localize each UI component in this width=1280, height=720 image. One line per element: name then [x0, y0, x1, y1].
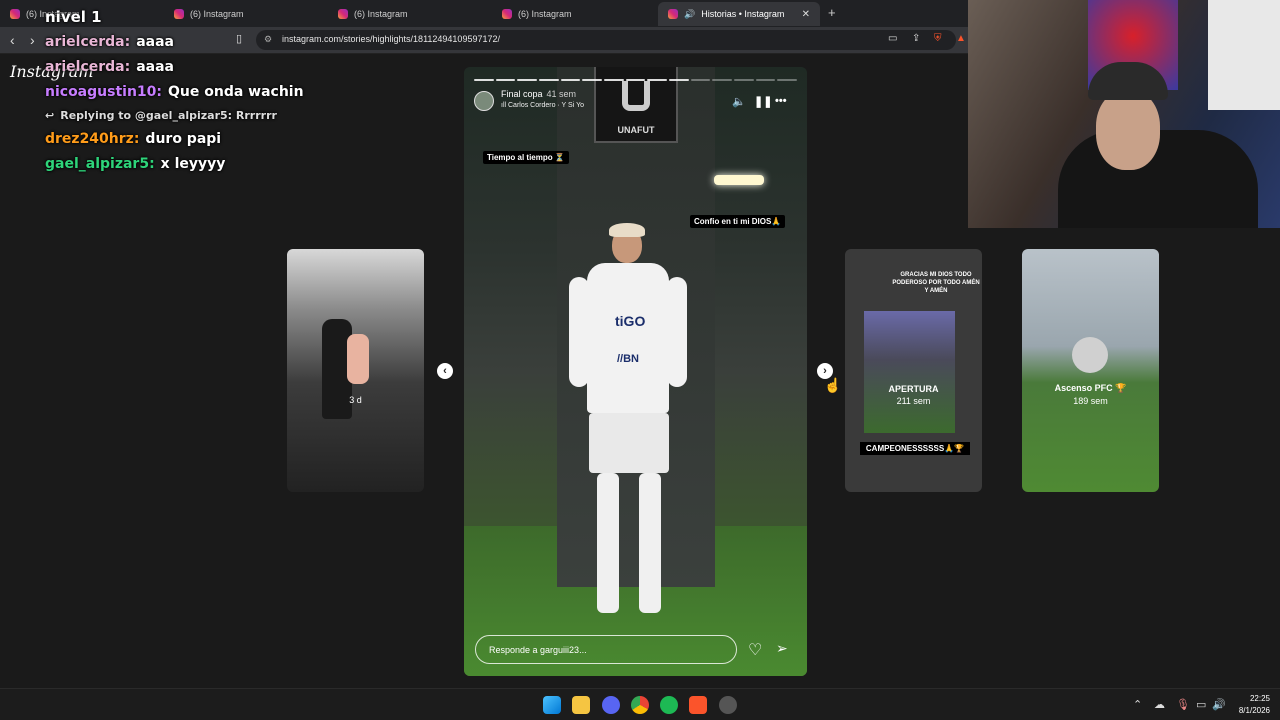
chat-reply: ↩ Replying to @gael_alpizar5: Rrrrrrr: [45, 108, 277, 122]
brave-icon[interactable]: [689, 696, 707, 714]
cursor-icon: ☝: [824, 377, 842, 393]
obs-icon[interactable]: [719, 696, 737, 714]
story-sticker-text: Tiempo al tiempo ⏳: [483, 151, 569, 164]
instagram-icon: [668, 9, 678, 19]
close-tab-icon[interactable]: ✕: [802, 9, 810, 20]
chrome-icon[interactable]: [631, 696, 649, 714]
story-time: 41 sem: [546, 89, 577, 99]
story-image: [864, 311, 955, 433]
chat-title: nivel 1: [45, 7, 102, 26]
reply-arrow-icon: ↩: [45, 108, 55, 122]
send-icon[interactable]: ➢: [776, 640, 788, 657]
story-sticker-text: Confio en ti mi DIOS🙏: [690, 215, 786, 228]
chat-message: arielcerda: aaaa: [45, 33, 175, 50]
forward-icon[interactable]: ›: [30, 32, 35, 48]
browser-tab[interactable]: (6) Instagram: [492, 2, 656, 26]
profile-avatar: [1072, 337, 1108, 373]
chat-message: arielcerda: aaaa: [45, 58, 175, 75]
poster-image: [1208, 0, 1280, 110]
chat-message: gael_alpizar5: x leyyyy: [45, 155, 226, 172]
story-card: UNAFUT tiGO //BN Final copa 41 sem ıll Ca…: [464, 67, 807, 676]
player-leg-right: [639, 473, 661, 613]
player-jersey: tiGO //BN: [587, 263, 669, 413]
previous-story-button[interactable]: ‹: [437, 363, 453, 379]
story-header: Final copa 41 sem ıll Carlos Cordero · Y …: [474, 89, 797, 113]
story-song[interactable]: Carlos Cordero · Y Si Yo: [508, 102, 584, 109]
heart-icon[interactable]: ♡: [748, 640, 762, 660]
pause-icon[interactable]: ❚❚: [754, 95, 772, 108]
player-leg-left: [597, 473, 619, 613]
player-arm-left: [569, 277, 589, 387]
browser-tab-active[interactable]: 🔊 Historias • Instagram ✕: [658, 2, 820, 26]
player-hair: [609, 223, 645, 237]
profile-avatar[interactable]: [474, 91, 494, 111]
story-thumbnail[interactable]: Ascenso PFC 🏆 189 sem: [1022, 249, 1159, 492]
instagram-icon: [10, 9, 20, 19]
chat-message: drez240hrz: duro papi: [45, 130, 222, 147]
stream-chat-overlay: nivel 1 arielcerda: aaaa arielcerda: aaaa …: [45, 4, 365, 176]
chat-message: nicoagustin10: Que onda wachin: [45, 83, 304, 100]
speaker-icon: 🔊: [684, 8, 696, 19]
music-icon: ıll: [501, 102, 508, 109]
story-thumbnail[interactable]: GRACIAS MI DIOS TODO PODEROSO POR TODO A…: [845, 249, 982, 492]
story-thumbnail[interactable]: 3 d: [287, 249, 424, 492]
tray-overflow-icon[interactable]: ⌃: [1133, 698, 1142, 711]
player-shorts: [589, 413, 669, 473]
microphone-icon[interactable]: 🎙: [1176, 698, 1190, 711]
story-title[interactable]: Final copa: [501, 89, 543, 99]
cast-icon[interactable]: ▭: [888, 33, 897, 44]
discord-icon[interactable]: [602, 696, 620, 714]
player-arm-right: [667, 277, 687, 387]
stadium-light: [714, 175, 764, 185]
reply-input[interactable]: Responde a garguiii23...: [475, 635, 737, 664]
player-image: tiGO //BN: [567, 217, 707, 637]
volume-tray-icon[interactable]: 🔊: [1212, 698, 1226, 711]
start-icon[interactable]: [543, 696, 561, 714]
network-icon[interactable]: ▭: [1196, 698, 1206, 711]
brave-shield-icon[interactable]: ⛨: [934, 33, 942, 44]
volume-icon[interactable]: 🔈: [732, 95, 746, 108]
back-icon[interactable]: ‹: [10, 32, 15, 48]
windows-taskbar: ⌃ ☁ 🎙 ▭ 🔊 22:25 8/1/2026: [0, 688, 1280, 720]
cloud-icon[interactable]: ☁: [1154, 698, 1165, 711]
spotify-icon[interactable]: [660, 696, 678, 714]
person-image: [347, 334, 369, 384]
more-options-icon[interactable]: •••: [775, 95, 787, 107]
system-clock[interactable]: 22:25 8/1/2026: [1226, 693, 1270, 717]
instagram-icon: [502, 9, 512, 19]
person-face: [1096, 90, 1160, 170]
story-progress-bar: [474, 79, 798, 81]
webcam-overlay: [968, 0, 1280, 228]
new-tab-button[interactable]: +: [828, 5, 836, 20]
share-icon[interactable]: ⇪: [912, 33, 920, 44]
file-explorer-icon[interactable]: [572, 696, 590, 714]
brave-rewards-icon[interactable]: ▲: [956, 33, 966, 44]
